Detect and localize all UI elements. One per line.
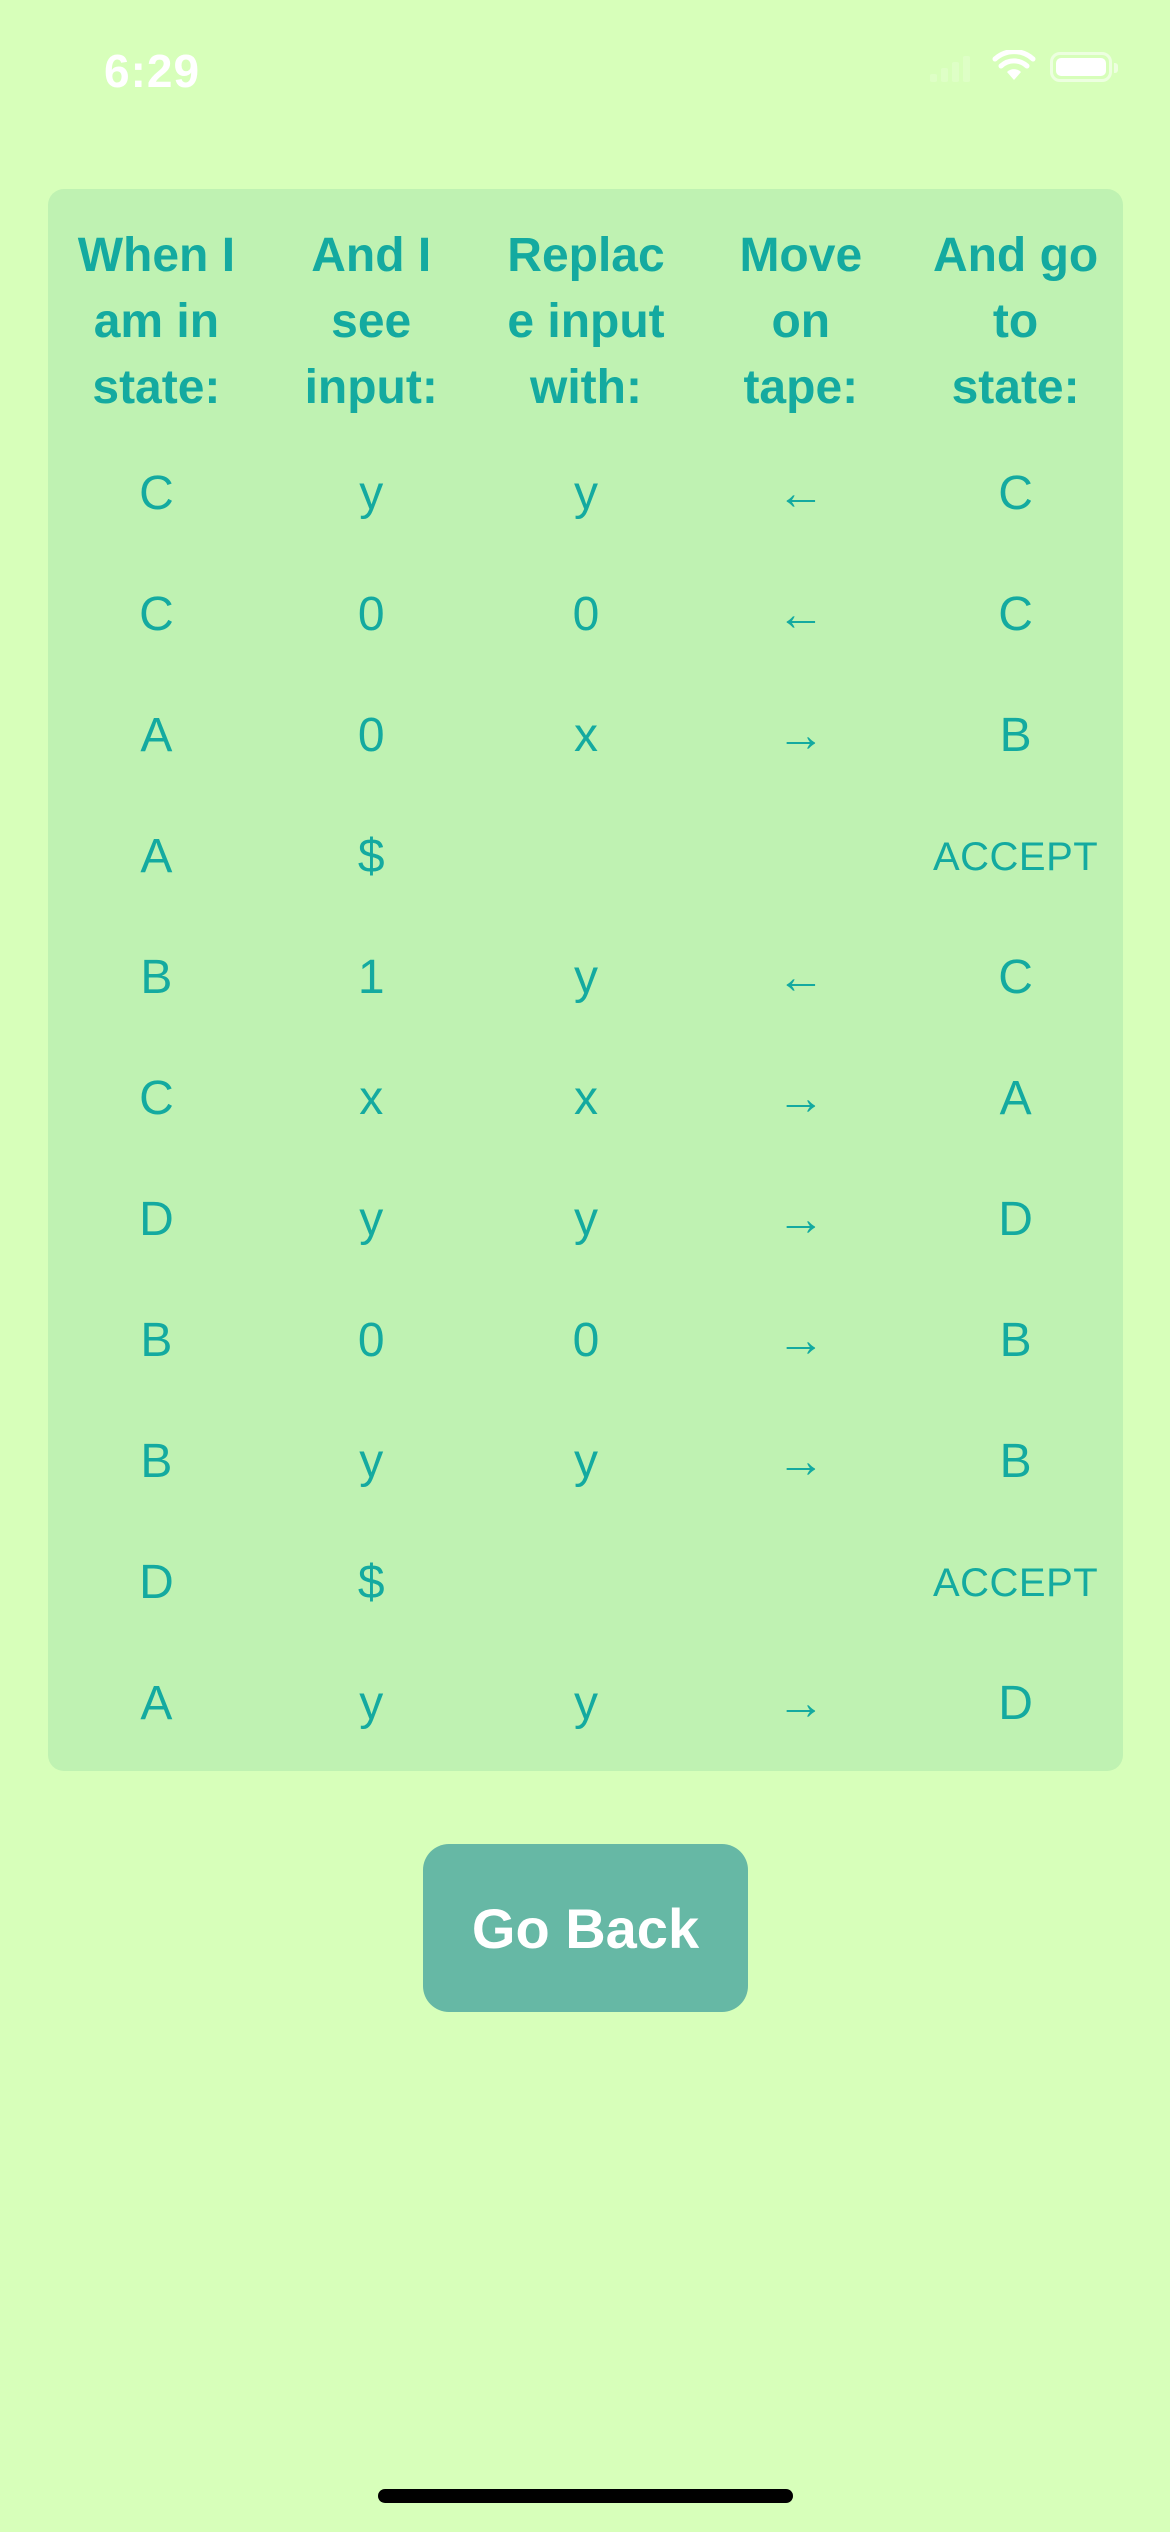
cell-next-state: C <box>998 466 1033 520</box>
table-row: C 0 0 ← C <box>49 554 1123 675</box>
transition-table: When I am in state: And I see input: Rep… <box>48 189 1123 1771</box>
cell-input-symbol: 0 <box>357 708 385 762</box>
cell-input-symbol: 0 <box>357 587 385 641</box>
cell-replace-symbol: x <box>573 708 598 762</box>
cell-current-state: B <box>140 1313 173 1367</box>
header-next-state: And go to state: <box>932 229 1099 414</box>
battery-icon <box>1050 52 1118 82</box>
cell-move-direction: → <box>776 708 825 762</box>
cell-input-symbol: y <box>359 1676 384 1730</box>
cell-move-direction: ← <box>776 587 825 641</box>
cell-current-state: B <box>140 1434 173 1488</box>
cell-next-state: D <box>998 1192 1033 1246</box>
table-row: Ay y → D <box>49 1643 1123 1764</box>
table-body: Cy y ← C C 0 0 ← C A 0 x → B A $ ACCEPT B 1 y ← C Cx x → A Dy y → D B 0… <box>49 433 1123 1764</box>
cell-replace-symbol: y <box>573 1434 598 1488</box>
cell-current-state: C <box>139 466 174 520</box>
cell-move-direction: ← <box>776 950 825 1004</box>
header-move-direction: Move on tape: <box>739 229 863 414</box>
table-header: When I am in state: And I see input: Rep… <box>49 189 1123 433</box>
header-replace-symbol: Replace input with: <box>507 229 665 414</box>
cell-input-symbol: y <box>359 1434 384 1488</box>
signal-icon <box>930 52 970 82</box>
cell-next-state: B <box>999 708 1032 762</box>
table-row: A 0 x → B <box>49 675 1123 796</box>
home-indicator <box>378 2489 793 2503</box>
cell-next-state: A <box>999 1071 1032 1125</box>
cell-replace-symbol: y <box>573 950 598 1004</box>
cell-input-symbol: 0 <box>357 1313 385 1367</box>
cell-next-state: D <box>998 1676 1033 1730</box>
cell-move-direction: → <box>776 1434 825 1488</box>
cell-next-state: ACCEPT <box>932 834 1099 879</box>
cell-current-state: C <box>139 1071 174 1125</box>
cell-next-state: B <box>999 1313 1032 1367</box>
cell-input-symbol: y <box>359 466 384 520</box>
cell-current-state: A <box>140 708 173 762</box>
cell-move-direction: → <box>776 1071 825 1125</box>
status-icons <box>930 50 1118 84</box>
cell-move-direction: → <box>776 1676 825 1730</box>
table-row: A $ ACCEPT <box>49 796 1123 917</box>
cell-current-state: B <box>140 950 173 1004</box>
table-row: By y → B <box>49 1401 1123 1522</box>
table-row: B 1 y ← C <box>49 917 1123 1038</box>
cell-replace-symbol: 0 <box>572 1313 600 1367</box>
cell-input-symbol: $ <box>357 1555 385 1609</box>
cell-current-state: A <box>140 829 173 883</box>
cell-replace-symbol: y <box>573 466 598 520</box>
cell-current-state: C <box>139 587 174 641</box>
cell-current-state: D <box>139 1555 174 1609</box>
cell-next-state: ACCEPT <box>932 1560 1099 1605</box>
cell-next-state: C <box>998 950 1033 1004</box>
cell-current-state: D <box>139 1192 174 1246</box>
cell-move-direction: ← <box>776 466 825 520</box>
table-row: Dy y → D <box>49 1159 1123 1280</box>
cell-next-state: C <box>998 587 1033 641</box>
status-time: 6:29 <box>104 45 201 97</box>
cell-input-symbol: x <box>359 1071 384 1125</box>
cell-current-state: A <box>140 1676 173 1730</box>
cell-input-symbol: 1 <box>357 950 385 1004</box>
cell-replace-symbol: 0 <box>572 587 600 641</box>
cell-move-direction: → <box>776 1313 825 1367</box>
cell-replace-symbol: x <box>573 1071 598 1125</box>
wifi-icon <box>992 50 1036 80</box>
table-row: B 0 0 → B <box>49 1280 1123 1401</box>
go-back-button[interactable]: Go Back <box>423 1844 748 2012</box>
cell-input-symbol: $ <box>357 829 385 883</box>
status-bar: 6:29 <box>0 0 1170 150</box>
cell-replace-symbol: y <box>573 1192 598 1246</box>
header-input-symbol: And I see input: <box>304 229 438 414</box>
table-row: D $ ACCEPT <box>49 1522 1123 1643</box>
cell-next-state: B <box>999 1434 1032 1488</box>
table-row: Cx x → A <box>49 1038 1123 1159</box>
cell-replace-symbol: y <box>573 1676 598 1730</box>
table-row: Cy y ← C <box>49 433 1123 554</box>
cell-move-direction: → <box>776 1192 825 1246</box>
header-current-state: When I am in state: <box>77 229 236 414</box>
cell-input-symbol: y <box>359 1192 384 1246</box>
